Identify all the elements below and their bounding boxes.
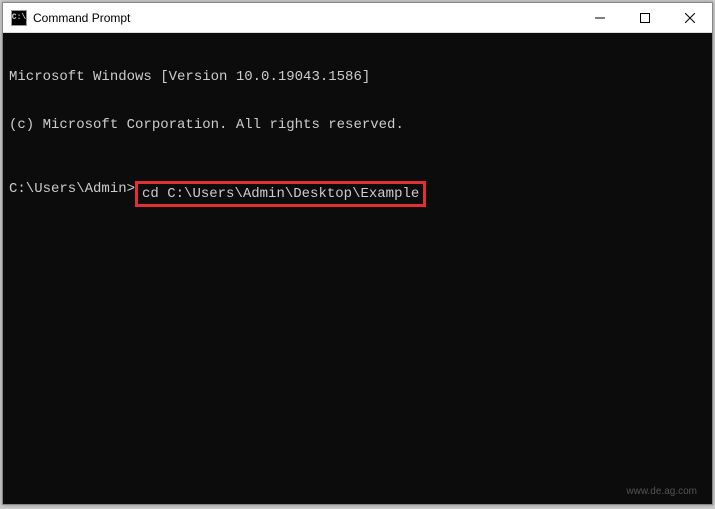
minimize-button[interactable] (577, 3, 622, 32)
window-controls (577, 3, 712, 32)
command-prompt-window: C:\ Command Prompt Microsoft Windows [Ve… (2, 2, 713, 505)
command-highlight: cd C:\Users\Admin\Desktop\Example (135, 181, 426, 207)
close-icon (685, 13, 695, 23)
minimize-icon (595, 13, 605, 23)
watermark-text: www.de.ag.com (626, 486, 697, 497)
titlebar[interactable]: C:\ Command Prompt (3, 3, 712, 33)
window-title: Command Prompt (33, 11, 577, 25)
version-line: Microsoft Windows [Version 10.0.19043.15… (9, 69, 706, 85)
prompt-line: C:\Users\Admin>cd C:\Users\Admin\Desktop… (9, 181, 706, 207)
maximize-button[interactable] (622, 3, 667, 32)
terminal-area[interactable]: Microsoft Windows [Version 10.0.19043.15… (3, 33, 712, 504)
prompt-path: C:\Users\Admin> (9, 181, 135, 207)
cmd-icon: C:\ (11, 10, 27, 26)
copyright-line: (c) Microsoft Corporation. All rights re… (9, 117, 706, 133)
maximize-icon (640, 13, 650, 23)
close-button[interactable] (667, 3, 712, 32)
